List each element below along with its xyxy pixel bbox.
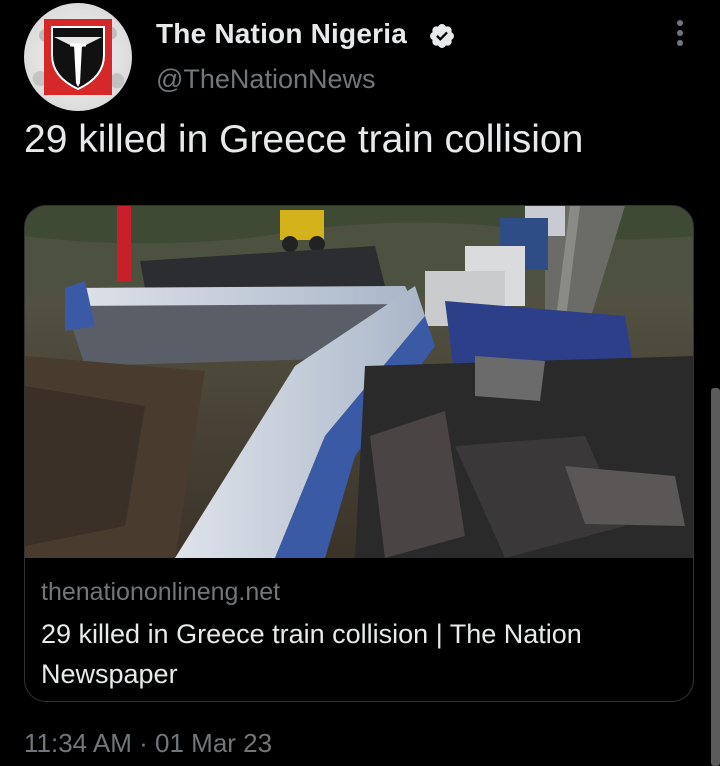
card-title: 29 killed in Greece train collision | Th… (41, 619, 582, 689)
tweet-text: 29 killed in Greece train collision (24, 118, 584, 161)
avatar[interactable] (24, 3, 132, 111)
card-domain: thenationonlineng.net (41, 578, 281, 606)
card-image[interactable] (25, 206, 694, 558)
avatar-logo-icon (44, 19, 112, 95)
tweet-timestamp[interactable]: 11:34 AM · 01 Mar 23 (24, 728, 272, 759)
scrollbar[interactable] (711, 388, 720, 766)
account-handle[interactable]: @TheNationNews (156, 64, 376, 95)
verified-badge-icon (430, 24, 454, 48)
more-options-icon[interactable] (672, 20, 688, 50)
link-card[interactable]: thenationonlineng.net 29 killed in Greec… (24, 205, 694, 702)
card-meta[interactable]: thenationonlineng.net 29 killed in Greec… (25, 558, 693, 701)
display-name[interactable]: The Nation Nigeria (156, 18, 407, 50)
